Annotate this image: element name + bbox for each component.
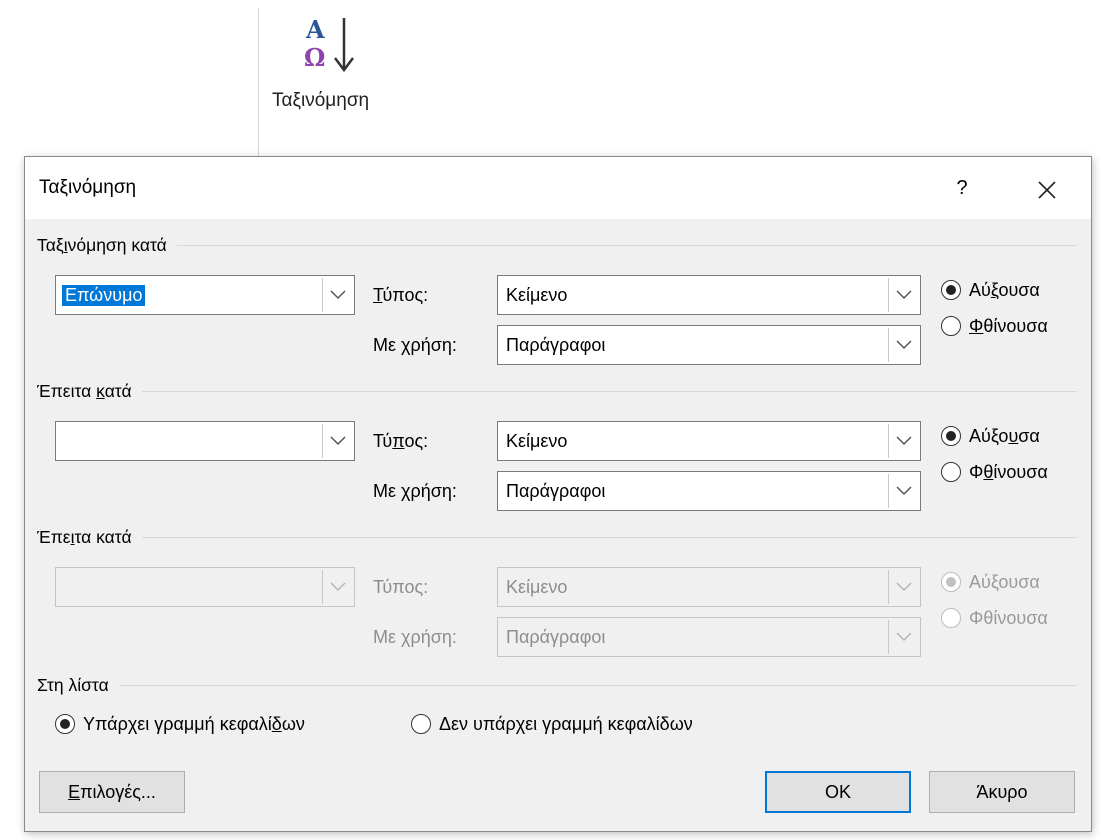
sort-by-field-value: Επώνυμο — [62, 285, 146, 306]
ribbon-divider — [258, 8, 259, 158]
then-by-2-type-combo[interactable]: Κείμενο — [497, 567, 921, 607]
svg-text:A: A — [305, 15, 325, 44]
then-by-1-descending-radio[interactable]: Φθίνουσα — [941, 459, 1048, 485]
sort-by-field-combo[interactable]: Επώνυμο — [55, 275, 355, 315]
chevron-down-icon[interactable] — [888, 570, 918, 604]
ok-button[interactable]: OK — [765, 771, 911, 813]
no-header-row-radio[interactable]: Δεν υπάρχει γραμμή κεφαλίδων — [411, 711, 693, 737]
then-by-1-ascending-label: Αύξουσα — [969, 425, 1040, 446]
sort-az-icon: A Ω — [304, 15, 354, 73]
radio-checked-icon — [55, 714, 75, 734]
section-divider — [37, 391, 1077, 392]
then-by-2-type-value: Κείμενο — [506, 577, 568, 597]
radio-unchecked-icon — [941, 462, 961, 482]
section-divider — [37, 245, 1077, 246]
then-by-2-descending-label: Φθίνουσα — [969, 607, 1048, 628]
sort-by-using-combo[interactable]: Παράγραφοι — [497, 325, 921, 365]
sort-ribbon-label: Ταξινόμηση — [272, 90, 370, 111]
help-button[interactable]: ? — [947, 171, 977, 205]
sort-by-label: Ταξινόμηση κατά — [37, 235, 177, 256]
then-by-1-using-combo[interactable]: Παράγραφοι — [497, 471, 921, 511]
sort-by-type-combo[interactable]: Κείμενο — [497, 275, 921, 315]
radio-checked-icon — [941, 572, 961, 592]
then-by-1-using-value: Παράγραφοι — [506, 481, 606, 501]
sort-ribbon-button[interactable]: A Ω Ταξινόμηση — [270, 8, 400, 128]
sort-dialog: Ταξινόμηση ? Ταξινόμηση κατά Επώνυμο Τύπ… — [24, 156, 1092, 832]
sort-by-descending-radio[interactable]: Φθίνουσα — [941, 313, 1048, 339]
then-by-2-type-label: Τύπος: — [373, 577, 429, 597]
then-by-1-type-combo[interactable]: Κείμενο — [497, 421, 921, 461]
section-divider — [37, 537, 1077, 538]
then-by-1-descending-label: Φθίνουσα — [969, 461, 1048, 482]
ok-button-label: OK — [824, 781, 851, 802]
then-by-1-ascending-radio[interactable]: Αύξουσα — [941, 423, 1040, 449]
radio-checked-icon — [941, 426, 961, 446]
then-by-2-using-label: Με χρήση: — [373, 627, 457, 647]
then-by-2-label: Έπειτα κατά — [37, 527, 142, 548]
sort-by-ascending-label: Αύξουσα — [969, 279, 1040, 300]
then-by-2-ascending-radio[interactable]: Αύξουσα — [941, 569, 1040, 595]
then-by-2-using-value: Παράγραφοι — [506, 627, 606, 647]
cancel-button[interactable]: Άκυρο — [929, 771, 1075, 813]
header-row-radio[interactable]: Υπάρχει γραμμή κεφαλίδων — [55, 711, 305, 737]
sort-by-type-label: Τύπος: — [373, 285, 429, 305]
then-by-1-label: Έπειτα κατά — [37, 381, 142, 402]
sort-by-using-label: Με χρήση: — [373, 335, 457, 355]
chevron-down-icon[interactable] — [322, 570, 352, 604]
then-by-1-type-value: Κείμενο — [506, 431, 568, 451]
header-row-label: Υπάρχει γραμμή κεφαλίδων — [83, 713, 305, 734]
chevron-down-icon[interactable] — [888, 328, 918, 362]
dialog-title: Ταξινόμηση — [39, 177, 137, 198]
sort-by-descending-label: Φθίνουσα — [969, 315, 1048, 336]
then-by-1-type-label: Τύπος: — [373, 431, 429, 451]
then-by-2-ascending-label: Αύξουσα — [969, 571, 1040, 592]
options-button-label: Επιλογές... — [68, 781, 156, 802]
chevron-down-icon[interactable] — [322, 424, 352, 458]
radio-checked-icon — [941, 280, 961, 300]
radio-unchecked-icon — [941, 608, 961, 628]
then-by-2-descending-radio[interactable]: Φθίνουσα — [941, 605, 1048, 631]
radio-unchecked-icon — [411, 714, 431, 734]
chevron-down-icon[interactable] — [888, 424, 918, 458]
sort-by-type-value: Κείμενο — [506, 285, 568, 305]
section-divider — [37, 685, 1077, 686]
chevron-down-icon[interactable] — [888, 278, 918, 312]
radio-unchecked-icon — [941, 316, 961, 336]
svg-text:Ω: Ω — [304, 43, 325, 72]
close-button[interactable] — [1027, 169, 1067, 207]
chevron-down-icon[interactable] — [322, 278, 352, 312]
then-by-1-using-label: Με χρήση: — [373, 481, 457, 501]
sort-by-ascending-radio[interactable]: Αύξουσα — [941, 277, 1040, 303]
no-header-row-label: Δεν υπάρχει γραμμή κεφαλίδων — [439, 713, 693, 734]
cancel-button-label: Άκυρο — [976, 781, 1028, 802]
then-by-2-field-combo[interactable] — [55, 567, 355, 607]
then-by-1-field-combo[interactable] — [55, 421, 355, 461]
my-list-label: Στη λίστα — [37, 675, 119, 696]
close-icon — [1038, 181, 1056, 199]
chevron-down-icon[interactable] — [888, 474, 918, 508]
dialog-titlebar: Ταξινόμηση ? — [25, 157, 1091, 219]
chevron-down-icon[interactable] — [888, 620, 918, 654]
then-by-2-using-combo[interactable]: Παράγραφοι — [497, 617, 921, 657]
options-button[interactable]: Επιλογές... — [39, 771, 185, 813]
sort-by-using-value: Παράγραφοι — [506, 335, 606, 355]
